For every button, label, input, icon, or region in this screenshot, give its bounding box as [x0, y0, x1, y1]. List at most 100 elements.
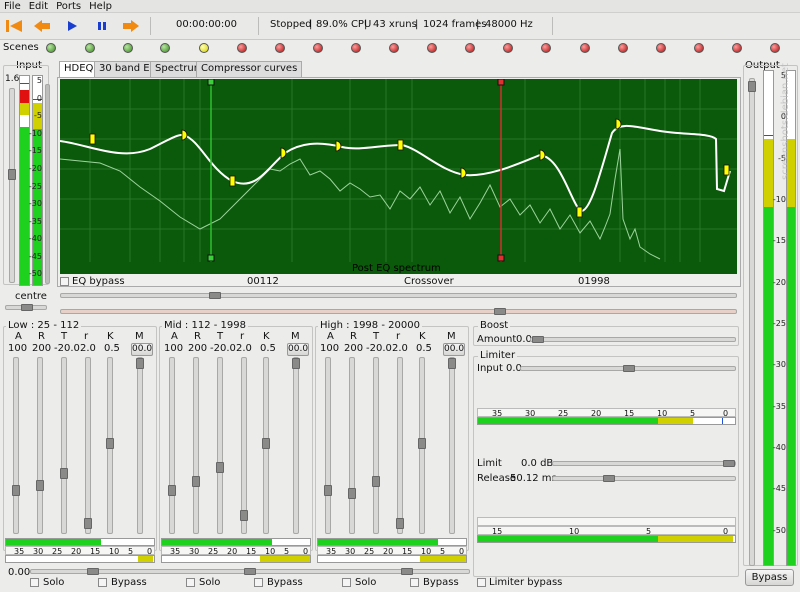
scene-10-button[interactable]	[389, 43, 399, 53]
scene-19-button[interactable]	[732, 43, 742, 53]
scene-12-button[interactable]	[465, 43, 475, 53]
xrun-count: 43 xruns	[373, 19, 417, 30]
scale-tick: -15	[28, 146, 42, 156]
slider-knob[interactable]	[60, 468, 68, 479]
band-solo-checkbox[interactable]	[186, 578, 195, 587]
band-solo-checkbox[interactable]	[30, 578, 39, 587]
band-param-slider[interactable]	[84, 357, 92, 534]
scene-8-button[interactable]	[313, 43, 323, 53]
input-gain-slider[interactable]	[8, 88, 16, 283]
scene-9-button[interactable]	[351, 43, 361, 53]
band-param-slider[interactable]	[448, 357, 456, 534]
scene-15-button[interactable]	[580, 43, 590, 53]
makeup-gain-button[interactable]: 00.0	[443, 343, 465, 356]
band-param-slider[interactable]	[418, 357, 426, 534]
slider-knob[interactable]	[168, 485, 176, 496]
slider-knob[interactable]	[418, 438, 426, 449]
tab-compressor-curves[interactable]: Compressor curves	[196, 61, 303, 77]
low-crossover-slider[interactable]	[60, 292, 737, 299]
param-label: M	[135, 331, 144, 342]
scene-16-button[interactable]	[618, 43, 628, 53]
input-meter-scrollbar[interactable]	[45, 84, 50, 284]
band-param-slider[interactable]	[192, 357, 200, 534]
eq-bypass-checkbox[interactable]	[60, 277, 69, 286]
play-button[interactable]	[62, 18, 82, 34]
band-param-slider[interactable]	[60, 357, 68, 534]
band-param-slider[interactable]	[292, 357, 300, 534]
rewind-start-button[interactable]	[4, 18, 24, 34]
slider-knob[interactable]	[216, 462, 224, 473]
output-bypass-button[interactable]: Bypass	[745, 569, 794, 586]
scene-6-button[interactable]	[237, 43, 247, 53]
slider-knob[interactable]	[396, 518, 404, 529]
master-gain-slider[interactable]	[30, 568, 470, 575]
slider-knob[interactable]	[36, 480, 44, 491]
menu-file[interactable]: File	[0, 0, 25, 13]
rewind-button[interactable]	[32, 18, 52, 34]
limiter-input-slider[interactable]	[520, 365, 736, 372]
band-param-slider[interactable]	[106, 357, 114, 534]
slider-knob[interactable]	[192, 476, 200, 487]
scene-11-button[interactable]	[427, 43, 437, 53]
band-param-slider[interactable]	[348, 357, 356, 534]
scene-3-button[interactable]	[123, 43, 133, 53]
band-solo-checkbox[interactable]	[342, 578, 351, 587]
band-param-slider[interactable]	[36, 357, 44, 534]
band-param-slider[interactable]	[12, 357, 20, 534]
param-label: K	[419, 331, 426, 342]
high-crossover-slider[interactable]	[60, 308, 737, 315]
makeup-gain-button[interactable]: 00.0	[287, 343, 309, 356]
scale-tick: -35	[772, 401, 786, 411]
band-bypass-checkbox[interactable]	[254, 578, 263, 587]
scene-7-button[interactable]	[275, 43, 285, 53]
slider-knob[interactable]	[372, 476, 380, 487]
scene-14-button[interactable]	[541, 43, 551, 53]
slider-knob[interactable]	[448, 358, 456, 369]
menu-ports[interactable]: Ports	[52, 0, 85, 13]
slider-knob[interactable]	[12, 485, 20, 496]
input-scale: 5 0 -5 -10 -15 -20 -25 -30 -35 -40 -45 -50	[28, 75, 44, 286]
transport-time: 00:00:00:00	[176, 19, 238, 30]
eq-graph[interactable]	[59, 78, 737, 274]
slider-knob[interactable]	[240, 510, 248, 521]
limiter-title: Limiter	[478, 350, 518, 361]
band-param-slider[interactable]	[168, 357, 176, 534]
band-param-slider[interactable]	[240, 357, 248, 534]
forward-button[interactable]	[121, 18, 141, 34]
limiter-bypass-checkbox[interactable]	[477, 578, 486, 587]
scene-13-button[interactable]	[503, 43, 513, 53]
scene-5-button[interactable]	[199, 43, 209, 53]
boost-amount-slider[interactable]	[530, 336, 736, 343]
scene-20-button[interactable]	[770, 43, 780, 53]
makeup-gain-button[interactable]: 00.0	[131, 343, 153, 356]
slider-knob[interactable]	[292, 358, 300, 369]
pause-button[interactable]	[92, 18, 112, 34]
band-param-slider[interactable]	[216, 357, 224, 534]
menu-edit[interactable]: Edit	[25, 0, 52, 13]
slider-knob[interactable]	[262, 438, 270, 449]
slider-knob[interactable]	[324, 485, 332, 496]
band-bypass-checkbox[interactable]	[410, 578, 419, 587]
release-slider[interactable]	[552, 475, 736, 482]
band-output-meter	[317, 555, 467, 563]
scene-2-button[interactable]	[85, 43, 95, 53]
scene-4-button[interactable]	[160, 43, 170, 53]
slider-knob[interactable]	[106, 438, 114, 449]
slider-knob[interactable]	[84, 518, 92, 529]
slider-knob[interactable]	[348, 488, 356, 499]
band-param-slider[interactable]	[262, 357, 270, 534]
band-param-slider[interactable]	[372, 357, 380, 534]
output-gain-slider[interactable]	[748, 78, 756, 566]
menu-help[interactable]: Help	[85, 0, 116, 13]
tab-hdeq[interactable]: HDEQ	[59, 61, 99, 78]
band-param-slider[interactable]	[324, 357, 332, 534]
balance-slider[interactable]	[5, 304, 47, 311]
scene-17-button[interactable]	[656, 43, 666, 53]
band-param-slider[interactable]	[396, 357, 404, 534]
scene-18-button[interactable]	[694, 43, 704, 53]
band-param-slider[interactable]	[136, 357, 144, 534]
limit-slider[interactable]	[552, 460, 736, 467]
scene-1-button[interactable]	[46, 43, 56, 53]
band-bypass-checkbox[interactable]	[98, 578, 107, 587]
slider-knob[interactable]	[136, 358, 144, 369]
